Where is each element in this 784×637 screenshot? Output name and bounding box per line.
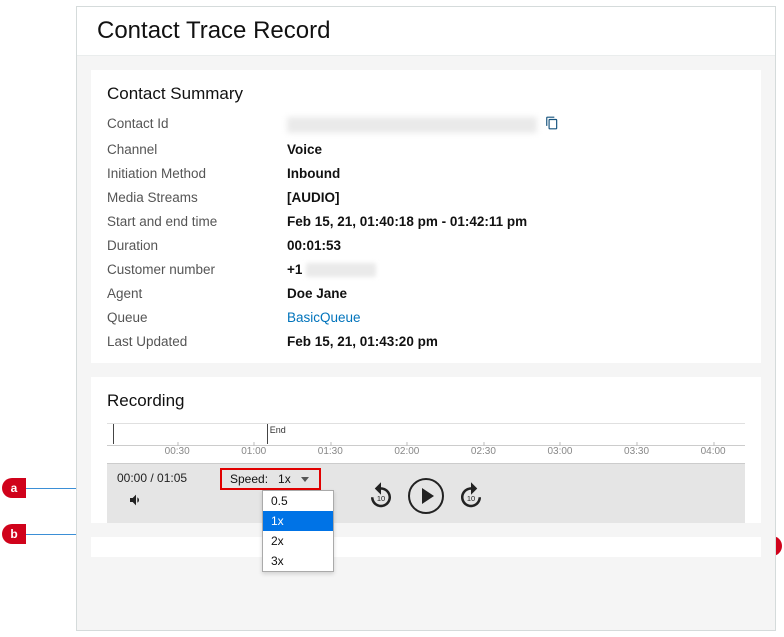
play-icon bbox=[422, 488, 434, 504]
tick-0: 00:30 bbox=[165, 446, 190, 457]
svg-text:10: 10 bbox=[467, 494, 475, 503]
label-media: Media Streams bbox=[107, 190, 287, 205]
label-updated: Last Updated bbox=[107, 334, 287, 349]
rewind-10-button[interactable]: 10 bbox=[366, 481, 396, 511]
label-agent: Agent bbox=[107, 286, 287, 301]
copy-icon[interactable] bbox=[545, 116, 559, 133]
value-customer-prefix: +1 bbox=[287, 262, 306, 277]
value-updated: Feb 15, 21, 01:43:20 pm bbox=[287, 334, 745, 349]
value-contact-id bbox=[287, 116, 745, 133]
svg-text:10: 10 bbox=[377, 494, 385, 503]
play-controls-group: 10 10 bbox=[366, 478, 486, 514]
time-scale: 00:30 01:00 01:30 02:00 02:30 03:00 03:3… bbox=[107, 445, 745, 463]
value-agent: Doe Jane bbox=[287, 286, 745, 301]
summary-title: Contact Summary bbox=[107, 84, 745, 104]
callout-badge-a: a bbox=[2, 478, 26, 498]
playhead-start bbox=[113, 424, 114, 444]
waveform-track[interactable]: End 00:30 01:00 01:30 02:00 02:30 03:00 … bbox=[107, 423, 745, 463]
recording-card: Recording End 00:30 01:00 01:30 02:00 02… bbox=[91, 377, 761, 523]
speed-opt-2[interactable]: 2x bbox=[263, 531, 333, 551]
speed-opt-1[interactable]: 1x bbox=[263, 511, 333, 531]
tick-7: 04:00 bbox=[701, 446, 726, 457]
label-duration: Duration bbox=[107, 238, 287, 253]
label-starttime: Start and end time bbox=[107, 214, 287, 229]
end-label: End bbox=[270, 425, 286, 435]
label-customer: Customer number bbox=[107, 262, 287, 277]
value-duration: 00:01:53 bbox=[287, 238, 745, 253]
contact-summary-card: Contact Summary Contact Id Channel Voice… bbox=[91, 70, 761, 363]
redacted-contact-id bbox=[287, 117, 537, 133]
controls-bar: 00:00 / 01:05 Speed: 1x 0.5 1x bbox=[107, 463, 745, 523]
total-time: 01:05 bbox=[157, 471, 187, 485]
tick-5: 03:00 bbox=[547, 446, 572, 457]
value-queue-link[interactable]: BasicQueue bbox=[287, 310, 745, 325]
value-channel: Voice bbox=[287, 142, 745, 157]
value-starttime: Feb 15, 21, 01:40:18 pm - 01:42:11 pm bbox=[287, 214, 745, 229]
play-button[interactable] bbox=[408, 478, 444, 514]
redacted-customer-number bbox=[306, 263, 376, 277]
time-counter: 00:00 / 01:05 bbox=[117, 471, 187, 485]
blank-card bbox=[91, 537, 761, 557]
recording-title: Recording bbox=[107, 391, 745, 411]
value-customer: +1 bbox=[287, 262, 745, 277]
speed-control[interactable]: Speed: 1x bbox=[220, 468, 321, 490]
current-time: 00:00 bbox=[117, 471, 147, 485]
speed-opt-3[interactable]: 3x bbox=[263, 551, 333, 571]
volume-icon[interactable] bbox=[127, 492, 145, 511]
tick-6: 03:30 bbox=[624, 446, 649, 457]
label-contact-id: Contact Id bbox=[107, 116, 287, 133]
forward-10-button[interactable]: 10 bbox=[456, 481, 486, 511]
label-initiation: Initiation Method bbox=[107, 166, 287, 181]
summary-grid: Contact Id Channel Voice Initiation Meth… bbox=[107, 116, 745, 349]
tick-3: 02:00 bbox=[394, 446, 419, 457]
callout-badge-b: b bbox=[2, 524, 26, 544]
chevron-down-icon bbox=[301, 477, 309, 482]
page-title: Contact Trace Record bbox=[77, 7, 775, 56]
player: End 00:30 01:00 01:30 02:00 02:30 03:00 … bbox=[107, 423, 745, 523]
speed-dropdown[interactable]: 0.5 1x 2x 3x bbox=[262, 490, 334, 572]
tick-1: 01:00 bbox=[241, 446, 266, 457]
speed-value[interactable]: 1x bbox=[274, 472, 313, 486]
tick-4: 02:30 bbox=[471, 446, 496, 457]
speed-opt-0[interactable]: 0.5 bbox=[263, 491, 333, 511]
label-queue: Queue bbox=[107, 310, 287, 325]
speed-label: Speed: bbox=[230, 472, 268, 486]
value-initiation: Inbound bbox=[287, 166, 745, 181]
label-channel: Channel bbox=[107, 142, 287, 157]
tick-2: 01:30 bbox=[318, 446, 343, 457]
value-media: [AUDIO] bbox=[287, 190, 745, 205]
playhead-end bbox=[267, 424, 268, 444]
speed-selected-text: 1x bbox=[278, 472, 291, 486]
